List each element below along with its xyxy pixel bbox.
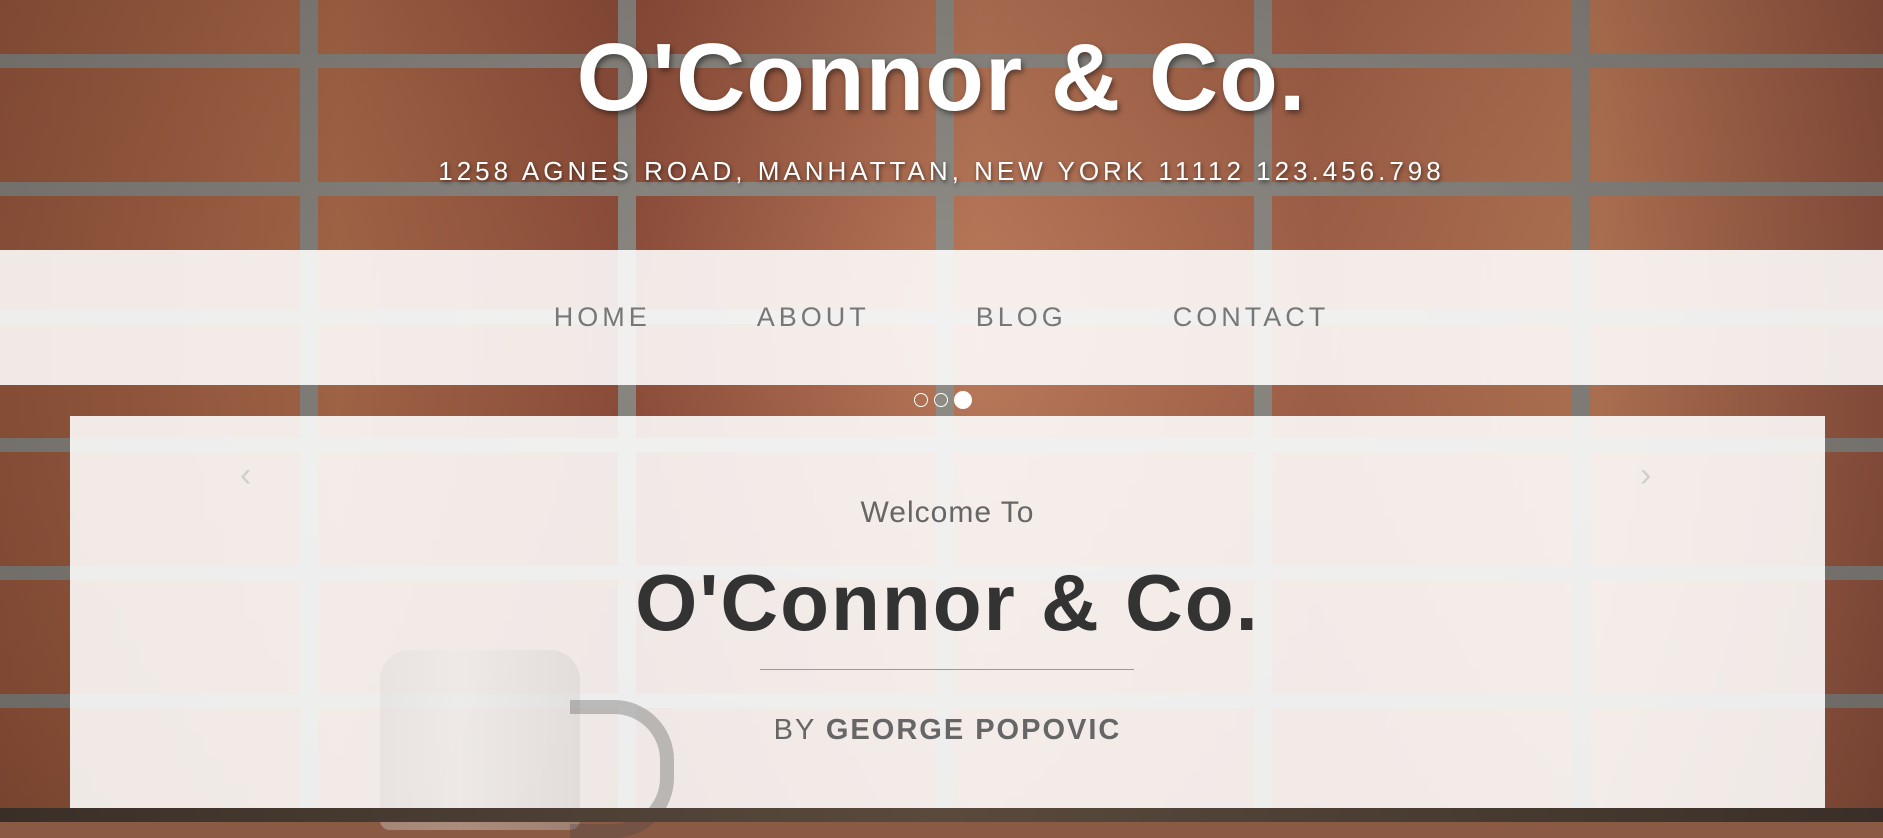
carousel-indicators [914,390,972,410]
title-divider [760,669,1134,670]
byline-prefix: BY [773,714,826,746]
nav-item-blog[interactable]: BLOG [923,302,1120,333]
site-title: O'Connor & Co. [576,24,1307,131]
nav-item-contact[interactable]: CONTACT [1120,302,1383,333]
address-bar: 1258 AGNES ROAD, MANHATTAN, NEW YORK 111… [438,156,1445,186]
chevron-right-icon[interactable]: › [1640,455,1651,495]
welcome-title: O'Connor & Co. [635,558,1260,647]
table-surface-strip [0,808,1883,822]
nav-item-about[interactable]: ABOUT [704,302,923,333]
chevron-left-icon[interactable]: ‹ [240,455,251,495]
main-nav: HOME ABOUT BLOG CONTACT [0,250,1883,385]
byline: BY GEORGE POPOVIC [70,712,1825,748]
welcome-intro: Welcome To [860,496,1035,529]
byline-author: GEORGE POPOVIC [825,714,1122,746]
site-header: O'Connor & Co. 1258 AGNES ROAD, MANHATTA… [0,0,1883,250]
carousel-dot-1[interactable] [914,393,928,407]
carousel-dot-2[interactable] [934,393,948,407]
nav-item-home[interactable]: HOME [501,302,704,333]
carousel-dot-3[interactable] [954,391,972,409]
